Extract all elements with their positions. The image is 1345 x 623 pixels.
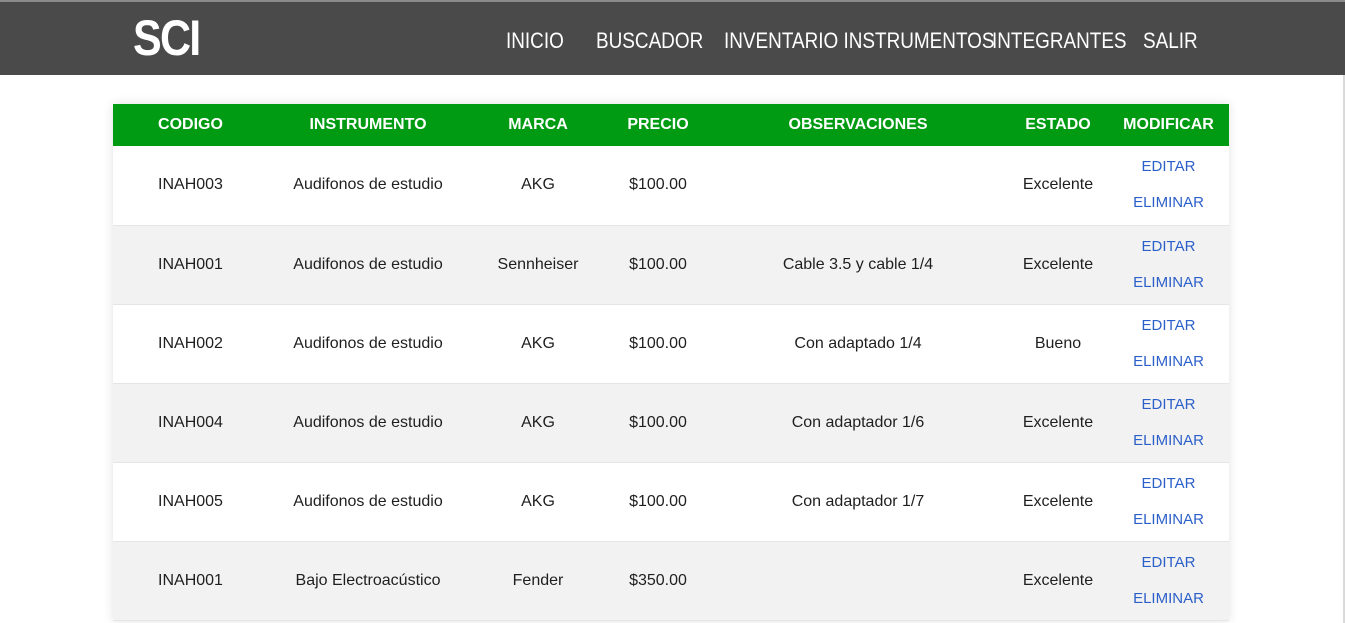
- nav-inventario-instrumentos[interactable]: INVENTARIO INSTRUMENTOS: [724, 26, 995, 56]
- cell-codigo: INAH004: [158, 413, 223, 431]
- cell-modificar: EDITAR ELIMINAR: [1108, 462, 1229, 541]
- table-header-row: CODIGO INSTRUMENTO MARCA PRECIO OBSERVAC…: [113, 104, 1229, 146]
- table-row: INAH001 Audifonos de estudio Sennheiser …: [113, 225, 1229, 304]
- delete-link[interactable]: ELIMINAR: [1108, 502, 1229, 538]
- nav-salir[interactable]: SALIR: [1143, 26, 1198, 56]
- cell-estado: Excelente: [1022, 571, 1094, 589]
- cell-codigo: INAH001: [158, 571, 223, 589]
- table-row: INAH002 Audifonos de estudio AKG $100.00…: [113, 304, 1229, 383]
- cell-precio: $100.00: [629, 492, 687, 510]
- cell-codigo: INAH003: [158, 176, 223, 194]
- cell-instrumento: Audifonos de estudio: [293, 334, 443, 352]
- cell-modificar: EDITAR ELIMINAR: [1108, 225, 1229, 304]
- nav-inicio[interactable]: INICIO: [506, 26, 564, 56]
- inventory-table-container: CODIGO INSTRUMENTO MARCA PRECIO OBSERVAC…: [113, 104, 1229, 621]
- delete-link[interactable]: ELIMINAR: [1108, 423, 1229, 459]
- edit-link[interactable]: EDITAR: [1108, 466, 1229, 502]
- cell-marca: AKG: [521, 413, 555, 431]
- nav-buscador[interactable]: BUSCADOR: [596, 26, 703, 56]
- cell-marca: Fender: [512, 571, 564, 589]
- cell-marca: AKG: [521, 492, 555, 510]
- cell-estado: Excelente: [1022, 255, 1094, 273]
- header-instrumento: INSTRUMENTO: [309, 116, 427, 133]
- delete-link[interactable]: ELIMINAR: [1108, 185, 1229, 221]
- cell-observaciones: [708, 146, 1008, 225]
- cell-marca: Sennheiser: [497, 255, 579, 273]
- cell-instrumento: Audifonos de estudio: [293, 255, 443, 273]
- header-observaciones: OBSERVACIONES: [788, 116, 928, 133]
- cell-precio: $100.00: [629, 176, 687, 194]
- cell-modificar: EDITAR ELIMINAR: [1108, 541, 1229, 620]
- inventory-table: CODIGO INSTRUMENTO MARCA PRECIO OBSERVAC…: [113, 104, 1229, 621]
- edit-link[interactable]: EDITAR: [1108, 308, 1229, 344]
- edit-link[interactable]: EDITAR: [1108, 229, 1229, 265]
- cell-instrumento: Audifonos de estudio: [293, 176, 443, 194]
- table-row: INAH005 Audifonos de estudio AKG $100.00…: [113, 462, 1229, 541]
- table-row: INAH003 Audifonos de estudio AKG $100.00…: [113, 146, 1229, 225]
- edit-link[interactable]: EDITAR: [1108, 149, 1229, 185]
- cell-precio: $350.00: [629, 571, 687, 589]
- delete-link[interactable]: ELIMINAR: [1108, 265, 1229, 301]
- edit-link[interactable]: EDITAR: [1108, 387, 1229, 423]
- cell-modificar: EDITAR ELIMINAR: [1108, 304, 1229, 383]
- cell-codigo: INAH005: [158, 492, 223, 510]
- cell-observaciones: Con adaptado 1/4: [794, 334, 922, 352]
- table-row: INAH001 Bajo Electroacústico Fender $350…: [113, 541, 1229, 620]
- cell-marca: AKG: [521, 176, 555, 194]
- edit-link[interactable]: EDITAR: [1108, 545, 1229, 581]
- cell-codigo: INAH002: [158, 334, 223, 352]
- delete-link[interactable]: ELIMINAR: [1108, 581, 1229, 617]
- delete-link[interactable]: ELIMINAR: [1108, 344, 1229, 380]
- cell-observaciones: Cable 3.5 y cable 1/4: [782, 255, 934, 273]
- cell-observaciones: Con adaptador 1/6: [791, 413, 925, 431]
- cell-instrumento: Bajo Electroacústico: [295, 571, 441, 589]
- cell-precio: $100.00: [629, 413, 687, 431]
- cell-codigo: INAH001: [158, 255, 223, 273]
- cell-instrumento: Audifonos de estudio: [293, 413, 443, 431]
- header-modificar: MODIFICAR: [1123, 116, 1214, 133]
- table-row: INAH004 Audifonos de estudio AKG $100.00…: [113, 383, 1229, 462]
- navbar: SCI INICIO BUSCADOR INVENTARIO INSTRUMEN…: [0, 2, 1345, 75]
- cell-estado: Excelente: [1022, 413, 1094, 431]
- nav-integrantes[interactable]: INTEGRANTES: [992, 26, 1127, 56]
- cell-observaciones: [708, 541, 1008, 620]
- cell-precio: $100.00: [629, 334, 687, 352]
- cell-observaciones: Con adaptador 1/7: [791, 492, 925, 510]
- cell-modificar: EDITAR ELIMINAR: [1108, 146, 1229, 225]
- cell-instrumento: Audifonos de estudio: [293, 492, 443, 510]
- cell-estado: Bueno: [1034, 334, 1082, 352]
- nav-menu: INICIO BUSCADOR INVENTARIO INSTRUMENTOS …: [0, 26, 1345, 56]
- cell-estado: Excelente: [1022, 492, 1094, 510]
- cell-modificar: EDITAR ELIMINAR: [1108, 383, 1229, 462]
- header-codigo: CODIGO: [158, 116, 223, 133]
- cell-precio: $100.00: [629, 255, 687, 273]
- header-marca: MARCA: [508, 116, 568, 133]
- cell-marca: AKG: [521, 334, 555, 352]
- header-estado: ESTADO: [1025, 116, 1091, 133]
- header-precio: PRECIO: [627, 116, 689, 133]
- cell-estado: Excelente: [1022, 176, 1094, 194]
